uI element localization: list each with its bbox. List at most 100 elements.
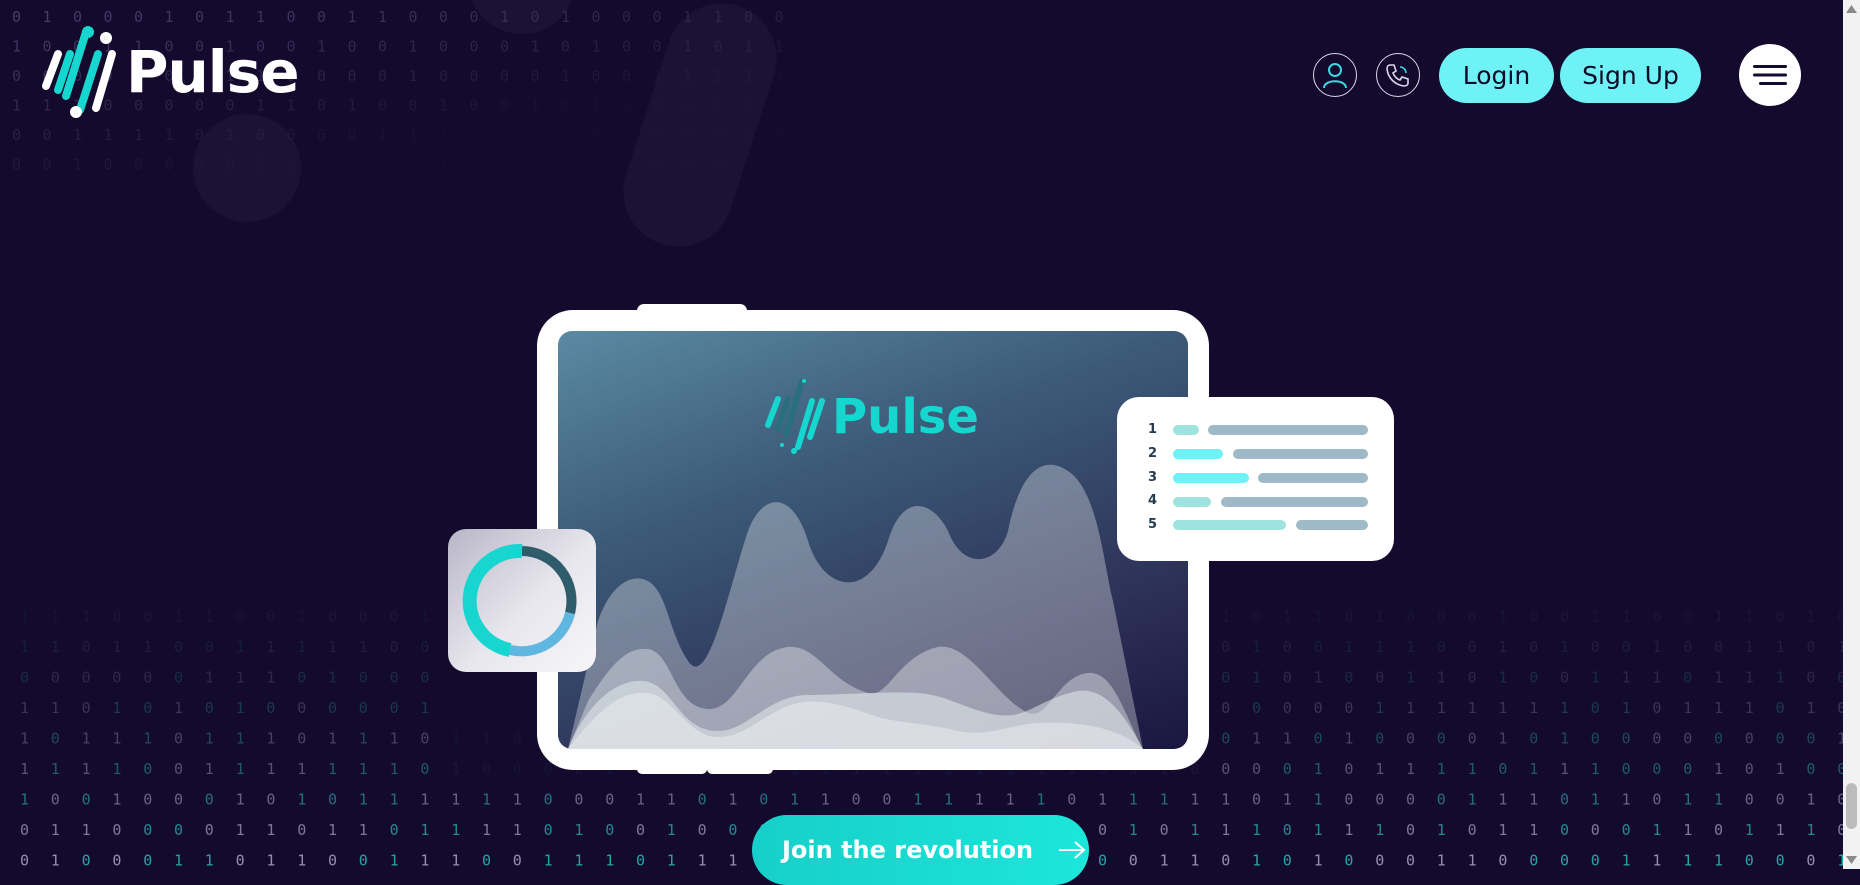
binary-digit: 0 <box>82 638 91 656</box>
binary-digit: 1 <box>561 67 570 85</box>
binary-digit: 0 <box>653 156 662 174</box>
binary-digit: 0 <box>420 638 429 656</box>
binary-digit: 0 <box>82 852 91 870</box>
binary-digit: 0 <box>683 126 692 144</box>
scroll-down-icon[interactable] <box>1843 853 1860 867</box>
binary-digit: 1 <box>205 669 214 687</box>
binary-digit: 1 <box>1806 608 1815 626</box>
binary-digit: 0 <box>1622 821 1631 839</box>
binary-digit: 1 <box>112 699 121 717</box>
binary-digit: 1 <box>775 67 784 85</box>
binary-digit: 1 <box>1221 821 1230 839</box>
account-button[interactable] <box>1313 53 1357 97</box>
scrollbar-thumb[interactable] <box>1846 783 1857 829</box>
binary-digit: 1 <box>409 126 418 144</box>
ranking-number: 3 <box>1148 470 1158 485</box>
binary-digit: 1 <box>1683 852 1692 870</box>
binary-digit: 0 <box>1221 852 1230 870</box>
binary-digit: 1 <box>73 126 82 144</box>
binary-digit: 0 <box>653 126 662 144</box>
binary-digit: 1 <box>913 791 922 809</box>
contact-button[interactable] <box>1376 53 1420 97</box>
binary-digit: 0 <box>1806 852 1815 870</box>
binary-digit: 1 <box>1806 791 1815 809</box>
binary-digit: 1 <box>451 852 460 870</box>
binary-digit: 0 <box>266 608 275 626</box>
scroll-up-icon[interactable] <box>1843 2 1860 16</box>
binary-digit: 1 <box>1006 791 1015 809</box>
binary-digit: 0 <box>256 126 265 144</box>
binary-digit: 1 <box>1591 791 1600 809</box>
binary-digit: 1 <box>790 791 799 809</box>
binary-digit: 0 <box>1252 608 1261 626</box>
brand-logo[interactable]: Pulse <box>36 24 300 120</box>
binary-digit: 1 <box>328 638 337 656</box>
binary-digit: 0 <box>500 67 509 85</box>
ranking-bar <box>1173 520 1286 530</box>
binary-digit: 0 <box>1560 821 1569 839</box>
binary-digit: 1 <box>1652 638 1661 656</box>
binary-digit: 0 <box>775 126 784 144</box>
binary-digit: 0 <box>513 760 522 778</box>
binary-digit: 0 <box>1498 760 1507 778</box>
binary-digit: 1 <box>1529 791 1538 809</box>
binary-digit: 1 <box>205 852 214 870</box>
binary-digit: 0 <box>775 97 784 115</box>
binary-digit: 0 <box>297 669 306 687</box>
binary-digit: 0 <box>143 821 152 839</box>
binary-digit: 0 <box>328 791 337 809</box>
menu-button[interactable] <box>1739 44 1801 106</box>
login-button[interactable]: Login <box>1439 48 1554 103</box>
binary-digit: 1 <box>287 156 296 174</box>
binary-digit: 0 <box>1683 760 1692 778</box>
binary-digit: 0 <box>195 156 204 174</box>
binary-digit: 0 <box>174 638 183 656</box>
binary-digit: 0 <box>51 791 60 809</box>
binary-digit: 0 <box>174 730 183 748</box>
binary-digit: 1 <box>205 730 214 748</box>
binary-digit: 1 <box>1344 821 1353 839</box>
binary-digit: 0 <box>482 760 491 778</box>
binary-digit: 1 <box>744 67 753 85</box>
binary-digit: 1 <box>744 97 753 115</box>
binary-digit: 0 <box>1344 852 1353 870</box>
binary-digit: 1 <box>1776 760 1785 778</box>
binary-digit: 0 <box>43 156 52 174</box>
binary-digit: 0 <box>205 791 214 809</box>
binary-digit: 1 <box>1468 760 1477 778</box>
binary-digit: 1 <box>328 760 337 778</box>
binary-digit: 1 <box>236 791 245 809</box>
binary-digit: 0 <box>20 821 29 839</box>
binary-digit: 1 <box>1591 669 1600 687</box>
scrollbar[interactable] <box>1843 0 1860 869</box>
binary-digit: 1 <box>1314 760 1323 778</box>
binary-digit: 0 <box>297 821 306 839</box>
binary-digit: 0 <box>1652 730 1661 748</box>
ranking-bar <box>1173 449 1223 459</box>
signup-button[interactable]: Sign Up <box>1560 48 1701 103</box>
binary-digit: 1 <box>1652 669 1661 687</box>
binary-digit: 1 <box>266 760 275 778</box>
binary-digit: 0 <box>1714 638 1723 656</box>
binary-digit: 1 <box>667 791 676 809</box>
arrow-right-icon <box>1059 841 1086 859</box>
binary-digit: 0 <box>1375 730 1384 748</box>
binary-digit: 1 <box>1314 669 1323 687</box>
binary-digit: 1 <box>451 821 460 839</box>
binary-digit: 0 <box>1776 852 1785 870</box>
binary-digit: 0 <box>1406 852 1415 870</box>
binary-digit: 0 <box>359 699 368 717</box>
binary-digit: 0 <box>653 97 662 115</box>
binary-digit: 1 <box>1468 791 1477 809</box>
binary-digit: 1 <box>1252 852 1261 870</box>
binary-digit: 0 <box>195 126 204 144</box>
binary-digit: 1 <box>112 791 121 809</box>
binary-digit: 1 <box>1221 791 1230 809</box>
binary-digit: 0 <box>12 67 21 85</box>
binary-digit: 0 <box>1375 852 1384 870</box>
binary-digit: 1 <box>390 852 399 870</box>
binary-digit: 0 <box>82 791 91 809</box>
binary-digit: 1 <box>561 8 570 26</box>
binary-digit: 1 <box>544 852 553 870</box>
join-revolution-button[interactable]: Join the revolution <box>752 815 1089 885</box>
